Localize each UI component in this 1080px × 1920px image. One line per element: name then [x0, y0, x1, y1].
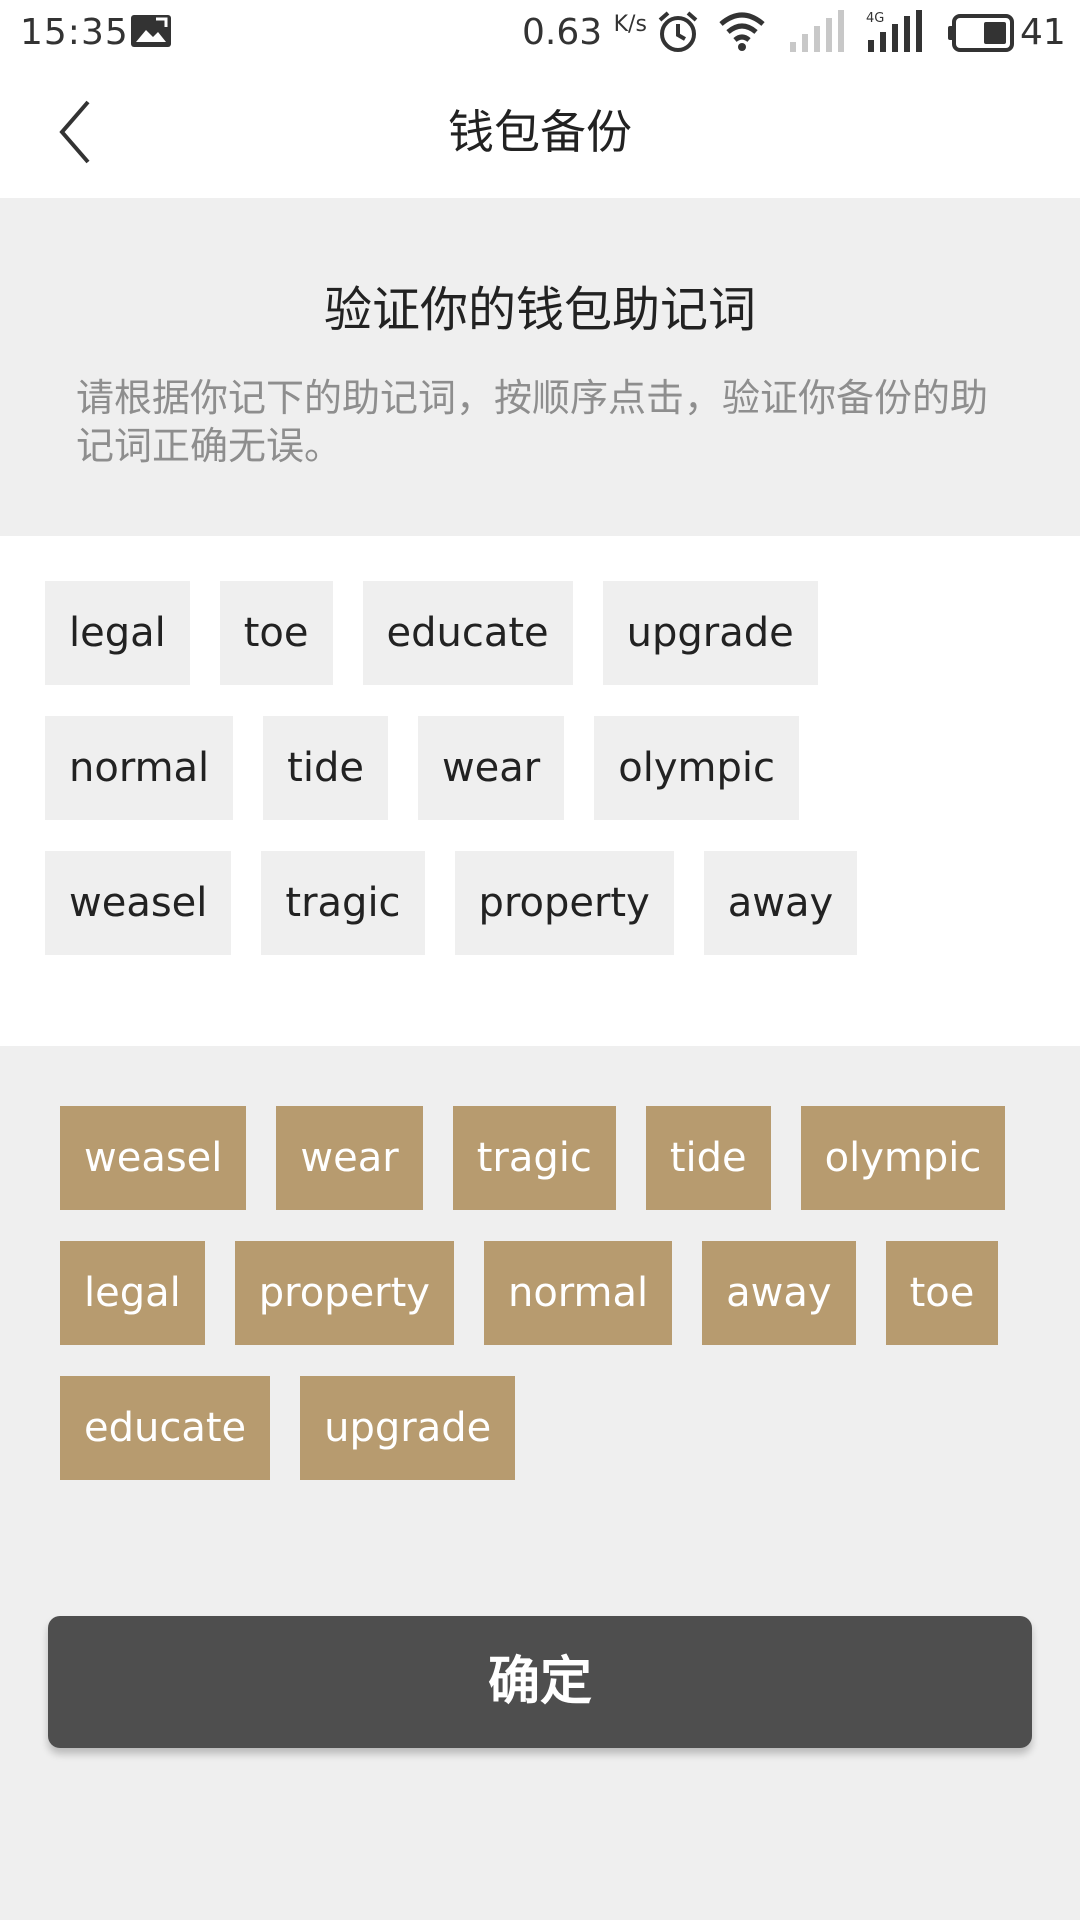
- page-title: 钱包备份: [448, 105, 632, 159]
- signal-empty-icon: [790, 10, 844, 52]
- network-speed: 0.63 K/s: [522, 12, 647, 53]
- selected-word-chip[interactable]: legal: [45, 581, 190, 685]
- alarm-icon: [658, 11, 698, 52]
- status-time: 15:35: [20, 12, 129, 53]
- selected-word-chip[interactable]: olympic: [594, 716, 799, 820]
- selected-word-chip[interactable]: tragic: [261, 851, 425, 955]
- pool-word-chip[interactable]: weasel: [60, 1106, 247, 1210]
- battery-level: 41: [1020, 12, 1066, 53]
- pool-word-chip[interactable]: toe: [885, 1241, 999, 1345]
- selected-words-list: legal toe educate upgrade normal tide wear olym…: [45, 581, 1045, 986]
- instruction-section: 验证你的钱包助记词 请根据你记下的助记词，按顺序点击，验证你备份的助记词正确无误…: [0, 198, 1080, 536]
- selected-word-chip[interactable]: toe: [219, 581, 333, 685]
- pool-word-chip[interactable]: upgrade: [300, 1376, 516, 1480]
- selected-word-chip[interactable]: property: [454, 851, 674, 955]
- selected-word-chip[interactable]: upgrade: [602, 581, 818, 685]
- selected-word-chip[interactable]: weasel: [45, 851, 232, 955]
- selected-word-chip[interactable]: wear: [417, 716, 565, 820]
- instruction-description: 请根据你记下的助记词，按顺序点击，验证你备份的助记词正确无误。: [76, 376, 989, 468]
- word-pool-list: weasel wear tragic tide olympic legal property…: [60, 1106, 1040, 1511]
- svg-text:4G: 4G: [866, 11, 884, 26]
- network-speed-unit: K/s: [613, 12, 647, 37]
- status-bar: 15:35 0.63 K/s 4G 41: [0, 0, 1080, 66]
- selected-word-chip[interactable]: educate: [362, 581, 573, 685]
- pool-word-chip[interactable]: educate: [60, 1376, 271, 1480]
- pool-word-chip[interactable]: wear: [276, 1106, 423, 1210]
- wifi-icon: [719, 12, 765, 51]
- pool-word-chip[interactable]: legal: [60, 1241, 205, 1345]
- pool-word-chip[interactable]: away: [702, 1241, 856, 1345]
- image-notification-icon: [131, 15, 171, 47]
- pool-word-chip[interactable]: tide: [645, 1106, 771, 1210]
- battery-icon: [948, 14, 1014, 52]
- back-button[interactable]: [40, 94, 120, 170]
- pool-word-chip[interactable]: tragic: [452, 1106, 616, 1210]
- selected-word-chip[interactable]: away: [703, 851, 858, 955]
- confirm-button[interactable]: 确定: [48, 1616, 1032, 1748]
- pool-word-chip[interactable]: olympic: [800, 1106, 1006, 1210]
- selected-word-chip[interactable]: normal: [45, 716, 234, 820]
- selected-word-chip[interactable]: tide: [263, 716, 388, 820]
- pool-word-chip[interactable]: normal: [483, 1241, 673, 1345]
- back-chevron-icon: [59, 100, 90, 164]
- selected-words-panel: legal toe educate upgrade normal tide wear olym…: [0, 536, 1080, 1046]
- pool-word-chip[interactable]: property: [234, 1241, 454, 1345]
- signal-4g-icon: 4G: [866, 10, 922, 52]
- network-speed-value: 0.63: [522, 12, 603, 53]
- instruction-title: 验证你的钱包助记词: [323, 282, 756, 338]
- nav-bar: 钱包备份: [0, 66, 1080, 198]
